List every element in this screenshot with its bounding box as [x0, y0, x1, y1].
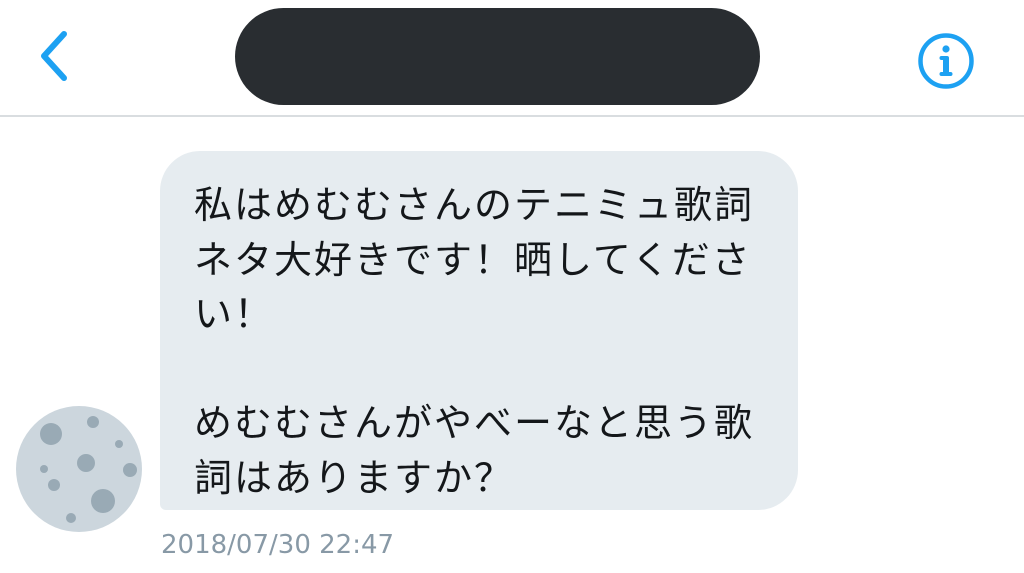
message-text-line: [194, 342, 768, 397]
chevron-left-icon: [41, 31, 67, 81]
message-text-line: 私はめむむさんのテニミュ歌詞: [194, 183, 755, 227]
dm-conversation-screen: 私はめむむさんのテニミュ歌詞 ネタ大好きです！晒してくださ い！ めむむさんがや…: [0, 0, 1024, 573]
info-button[interactable]: [917, 32, 975, 90]
conversation-header: [0, 0, 1024, 117]
message-text-line: めむむさんがやべーなと思う歌: [194, 401, 755, 445]
message-timestamp: 2018/07/30 22:47: [161, 530, 395, 560]
message-text-line: い！: [194, 292, 275, 336]
avatar[interactable]: [16, 406, 142, 532]
message-bubble[interactable]: 私はめむむさんのテニミュ歌詞 ネタ大好きです！晒してくださ い！ めむむさんがや…: [160, 151, 798, 510]
info-icon: [918, 33, 974, 89]
back-button[interactable]: [28, 26, 80, 86]
message-text-line: ネタ大好きです！晒してくださ: [194, 237, 752, 282]
moon-avatar-icon: [16, 406, 142, 532]
conversation-title: [235, 8, 760, 105]
message-text-line: 詞はありますか？: [194, 455, 515, 500]
